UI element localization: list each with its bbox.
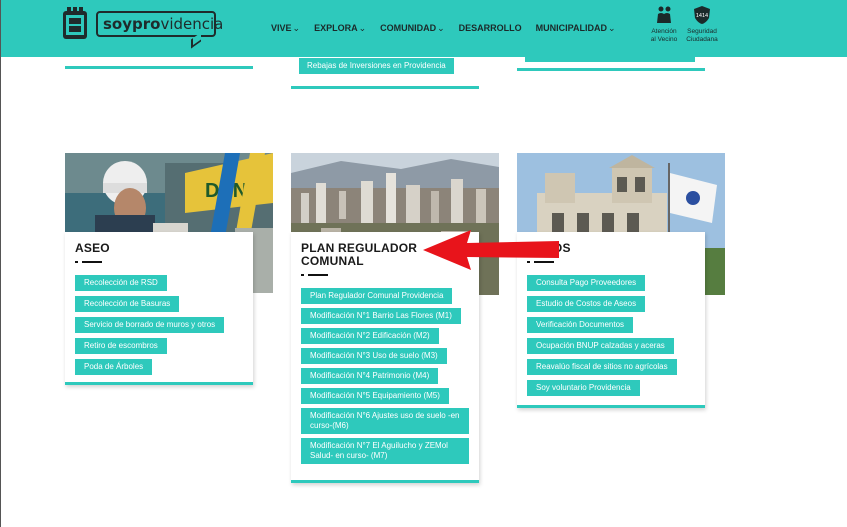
plan-regulador-links: Plan Regulador Comunal Providencia Modif…	[301, 288, 469, 464]
link-estudio-costos-aseos[interactable]: Estudio de Costos de Aseos	[527, 296, 646, 312]
nav-municipalidad[interactable]: MUNICIPALIDAD⌄	[536, 23, 616, 34]
site-header: soyprovidencia VIVE⌄ EXPLORA⌄ COMUNIDAD⌄…	[1, 0, 847, 57]
nav-municipalidad-label: MUNICIPALIDAD	[535, 23, 607, 33]
nav-desarrollo-label: DESARROLLO	[458, 23, 522, 33]
chevron-down-icon: ⌄	[437, 23, 445, 33]
red-arrow-annotation	[423, 230, 559, 270]
link-partial[interactable]	[525, 57, 695, 62]
atencion-vecino-button[interactable]: Atención al Vecino	[646, 5, 682, 44]
link-modificacion-m7[interactable]: Modificación N°7 El Aguilucho y ZEMol Sa…	[301, 438, 469, 464]
card-title: PLAN REGULADOR COMUNAL	[301, 241, 418, 268]
tool-label-line2: al Vecino	[650, 36, 678, 43]
link-modificacion-m1[interactable]: Modificación N°1 Barrio Las Flores (M1)	[301, 308, 461, 324]
nav-comunidad[interactable]: COMUNIDAD⌄	[380, 23, 445, 34]
nav-explora[interactable]: EXPLORA⌄	[314, 23, 366, 34]
people-icon	[657, 6, 671, 23]
otros-links: Consulta Pago Proveedores Estudio de Cos…	[527, 275, 695, 396]
card-bottom-line	[65, 66, 253, 69]
link-plan-regulador-comunal[interactable]: Plan Regulador Comunal Providencia	[301, 288, 453, 304]
link-borrado-muros[interactable]: Servicio de borrado de muros y otros	[75, 317, 225, 333]
title-underline	[75, 261, 102, 263]
nav-vive-label: VIVE	[271, 23, 292, 33]
link-modificacion-m6[interactable]: Modificación N°6 Ajustes uso de suelo -e…	[301, 408, 469, 434]
badge-1414: 1414	[696, 13, 708, 19]
link-soy-voluntario[interactable]: Soy voluntario Providencia	[527, 380, 640, 396]
seguridad-ciudadana-button[interactable]: 1414 Seguridad Ciudadana	[682, 5, 722, 44]
main-nav: VIVE⌄ EXPLORA⌄ COMUNIDAD⌄ DESARROLLO MUN…	[271, 23, 616, 34]
logo-bold-text: soypro	[103, 15, 161, 33]
aseo-links: Recolección de RSD Recolección de Basura…	[75, 275, 243, 375]
title-underline	[301, 274, 328, 276]
tool-label-line2: Ciudadana	[686, 36, 718, 43]
link-verificacion-documentos[interactable]: Verificación Documentos	[527, 317, 634, 333]
link-recoleccion-basuras[interactable]: Recolección de Basuras	[75, 296, 180, 312]
link-consulta-pago-proveedores[interactable]: Consulta Pago Proveedores	[527, 275, 646, 291]
card-bottom-line	[291, 86, 479, 89]
chevron-down-icon: ⌄	[292, 23, 301, 33]
link-poda-arboles[interactable]: Poda de Árboles	[75, 359, 153, 375]
nav-explora-label: EXPLORA	[314, 23, 358, 33]
tool-label-line1: Seguridad	[687, 28, 717, 35]
card-bottom-line	[517, 68, 705, 71]
logo-light-text: videncia	[160, 15, 224, 33]
nav-comunidad-label: COMUNIDAD	[380, 23, 437, 33]
link-ocupacion-bnup[interactable]: Ocupación BNUP calzadas y aceras	[527, 338, 674, 354]
link-modificacion-m4[interactable]: Modificación N°4 Patrimonio (M4)	[301, 368, 439, 384]
link-rebajas-inversiones[interactable]: Rebajas de Inversiones en Providencia	[299, 58, 454, 74]
nav-vive[interactable]: VIVE⌄	[271, 23, 300, 34]
link-modificacion-m2[interactable]: Modificación N°2 Edificación (M2)	[301, 328, 439, 344]
card-bottom-line	[65, 382, 253, 385]
link-recoleccion-rsd[interactable]: Recolección de RSD	[75, 275, 167, 291]
link-modificacion-m5[interactable]: Modificación N°5 Equipamiento (M5)	[301, 388, 449, 404]
tool-label-line1: Atención	[651, 28, 677, 35]
link-retiro-escombros[interactable]: Retiro de escombros	[75, 338, 167, 354]
nav-desarrollo[interactable]: DESARROLLO	[459, 23, 522, 34]
chevron-down-icon: ⌄	[608, 23, 616, 33]
card-bottom-line	[517, 405, 705, 408]
shield-1414-icon: 1414	[694, 6, 710, 24]
card-bottom-line	[291, 480, 479, 483]
link-reavaluo-fiscal[interactable]: Reavalúo fiscal de sitios no agrícolas	[527, 359, 677, 375]
aseo-card: ASEO Recolección de RSD Recolección de B…	[65, 232, 253, 385]
municipal-crest-icon[interactable]	[61, 7, 89, 43]
chevron-down-icon: ⌄	[358, 23, 367, 33]
card-title: ASEO	[75, 241, 110, 255]
link-modificacion-m3[interactable]: Modificación N°3 Uso de suelo (M3)	[301, 348, 447, 364]
